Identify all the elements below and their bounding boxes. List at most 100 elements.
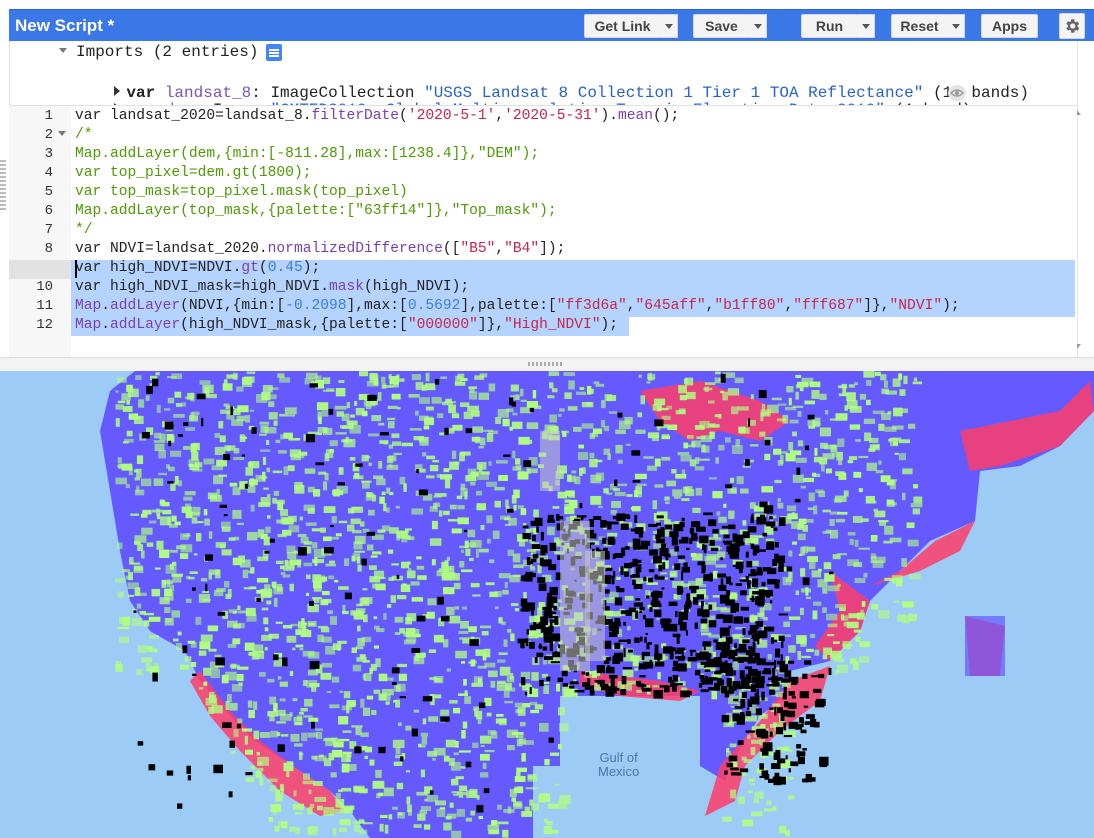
code-token: 0.5692 [407,298,461,314]
mask-pixel [736,616,743,619]
split-divider[interactable] [0,357,1094,372]
code-line[interactable]: var top_pixel=dem.gt(1800); [75,165,311,181]
mask-pixel [634,637,640,643]
code-line[interactable]: Map.addLayer(dem,{min:[-811.28],max:[123… [75,146,539,162]
editor-scrollbar[interactable] [1077,41,1094,357]
vegetation-pixel [544,759,550,766]
panel-resize-handle[interactable] [0,160,6,210]
mask-pixel [742,639,750,644]
vegetation-pixel [731,445,743,454]
doc-icon[interactable] [266,44,282,61]
code-line[interactable]: */ [75,222,93,238]
mask-pixel [522,533,531,540]
line-number: 8 [44,241,53,257]
vegetation-pixel [304,468,316,474]
code-line[interactable]: var NDVI=landsat_2020.normalizedDifferen… [75,241,565,257]
mask-pixel [634,514,638,523]
vegetation-pixel [807,507,815,510]
mask-pixel [802,748,807,751]
vegetation-pixel [449,573,460,581]
vegetation-pixel [557,413,562,417]
imports-collapse-chevron-down-icon[interactable] [59,48,67,53]
vegetation-pixel [299,647,304,651]
mask-pixel [701,654,705,660]
mask-pixel [640,540,651,546]
vegetation-pixel [380,376,386,384]
vegetation-pixel [469,391,478,400]
save-button[interactable]: Save [693,14,750,38]
vegetation-pixel [525,787,538,790]
mask-pixel [344,592,352,600]
mask-pixel [530,558,537,563]
code-line[interactable]: var top_mask=top_pixel.mask(top_pixel) [75,184,408,200]
run-dropdown-chevron-down-icon[interactable] [857,14,875,38]
vegetation-pixel [307,827,312,834]
vegetation-pixel [892,378,901,387]
vegetation-pixel [117,626,129,630]
mask-pixel [743,617,749,623]
vegetation-pixel [736,476,744,485]
vegetation-pixel [635,429,646,434]
vegetation-pixel [261,391,271,401]
mask-pixel [217,611,226,616]
gear-icon[interactable] [1059,13,1085,39]
code-token: Map [75,298,102,314]
mask-pixel [643,661,654,669]
vegetation-pixel [495,460,508,464]
mask-pixel [434,379,440,385]
code-line[interactable]: var high_NDVI=NDVI.gt(0.45); [75,260,320,276]
mask-pixel [813,721,820,728]
mask-pixel [689,538,693,545]
vegetation-pixel [190,392,195,402]
code-token: , [626,298,636,314]
ndvi-map-canvas[interactable] [0,371,1094,838]
vegetation-pixel [858,656,870,663]
mask-pixel [791,677,799,684]
mask-pixel [672,633,681,638]
save-dropdown-chevron-down-icon[interactable] [749,14,767,38]
code-line[interactable]: Map.addLayer(high_NDVI_mask,{palette:["0… [75,317,618,333]
map-view[interactable]: Gulf of Mexico [0,371,1094,838]
reset-dropdown-chevron-down-icon[interactable] [947,14,965,38]
vegetation-pixel [362,482,370,489]
mask-pixel [654,653,663,660]
vegetation-pixel [272,497,277,504]
run-button[interactable]: Run [801,14,858,38]
apps-button[interactable]: Apps [981,14,1038,38]
fold-chevron-down-icon[interactable] [58,131,66,136]
vegetation-pixel [311,755,317,760]
get-link-dropdown-chevron-down-icon[interactable] [660,14,678,38]
mask-pixel [802,693,806,698]
vegetation-pixel [774,479,782,484]
mask-pixel [511,401,517,407]
imports-heading[interactable]: Imports (2 entries) [76,43,258,61]
mask-pixel [758,390,767,399]
vegetation-pixel [363,614,368,623]
mask-pixel [523,460,532,468]
code-editor[interactable]: 123456789101112 var landsat_2020=landsat… [9,105,1077,358]
eye-icon[interactable] [948,85,966,101]
vegetation-pixel [257,767,264,772]
script-title[interactable]: New Script * [15,16,114,36]
code-line[interactable]: Map.addLayer(NDVI,{min:[-0.2098],max:[0.… [75,298,960,314]
reset-button[interactable]: Reset [891,14,948,38]
mask-pixel [678,611,689,620]
code-line[interactable]: var high_NDVI_mask=high_NDVI.mask(high_N… [75,279,469,295]
vegetation-pixel [221,549,232,556]
mask-pixel [720,373,726,383]
mask-pixel [694,622,698,629]
header-bar: New Script * Get Link Save Run Reset App… [9,9,1094,42]
code-line[interactable]: var landsat_2020=landsat_8.filterDate('2… [75,108,679,124]
vegetation-pixel [511,731,524,736]
code-line[interactable]: Map.addLayer(top_mask,{palette:["63ff14"… [75,203,557,219]
vegetation-pixel [720,390,724,394]
code-token: Map.addLayer(top_mask,{palette:["63ff14"… [75,203,557,219]
code-line[interactable]: /* [75,127,93,143]
divider-grip-icon[interactable] [528,362,564,366]
get-link-button[interactable]: Get Link [584,14,661,38]
code-token: ]); [539,241,566,257]
vegetation-pixel [695,487,702,496]
vegetation-pixel [341,705,353,711]
vegetation-pixel [300,630,312,638]
vegetation-pixel [846,392,856,401]
